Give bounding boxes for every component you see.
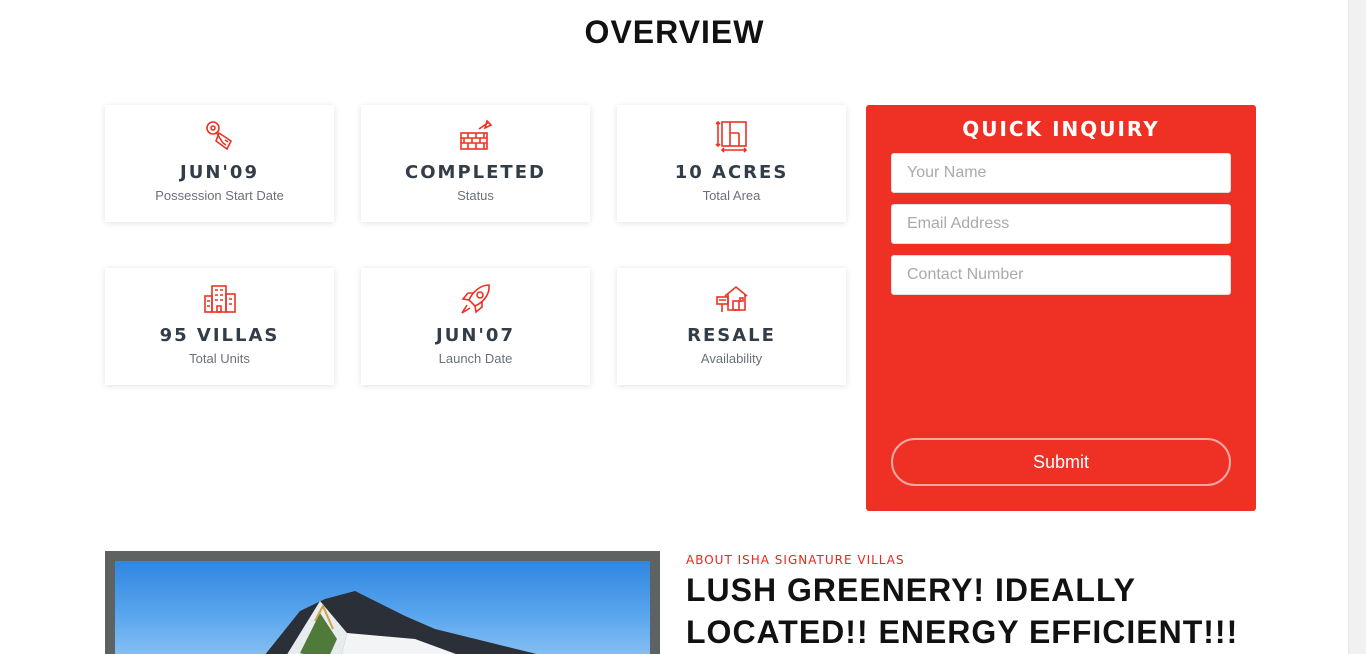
card-value: RESALE bbox=[687, 325, 776, 346]
card-value: JUN'09 bbox=[180, 162, 259, 183]
card-label: Availability bbox=[700, 351, 763, 366]
submit-button[interactable]: Submit bbox=[891, 438, 1231, 486]
brick-wall-trowel-icon bbox=[459, 119, 492, 150]
quick-inquiry-form: QUICK INQUIRY Submit bbox=[866, 105, 1256, 511]
card-value: 10 ACRES bbox=[674, 162, 789, 183]
overview-card-possession: JUN'09 Possession Start Date bbox=[105, 105, 334, 222]
email-input[interactable] bbox=[891, 204, 1231, 244]
card-value: COMPLETED bbox=[405, 162, 546, 183]
overview-card-units: 95 VILLAS Total Units bbox=[105, 268, 334, 385]
card-label: Status bbox=[457, 188, 494, 203]
key-tag-icon bbox=[205, 121, 232, 151]
quick-inquiry-title: QUICK INQUIRY bbox=[962, 117, 1160, 141]
card-value: JUN'07 bbox=[436, 325, 515, 346]
overview-card-status: COMPLETED Status bbox=[361, 105, 590, 222]
overview-card-availability: RESALE Availability bbox=[617, 268, 846, 385]
about-heading: LUSH GREENERY! IDEALLY LOCATED!! ENERGY … bbox=[686, 572, 1239, 650]
name-input[interactable] bbox=[891, 153, 1231, 193]
house-sale-sign-icon bbox=[715, 285, 748, 312]
contact-number-input[interactable] bbox=[891, 255, 1231, 295]
scrollbar-thumb[interactable] bbox=[1350, 0, 1365, 120]
page-scrollbar[interactable] bbox=[1348, 0, 1366, 654]
rocket-icon bbox=[460, 284, 490, 314]
card-label: Launch Date bbox=[438, 351, 513, 366]
overview-card-area: 10 ACRES Total Area bbox=[617, 105, 846, 222]
about-kicker: ABOUT ISHA SIGNATURE VILLAS bbox=[686, 553, 905, 567]
card-label: Total Area bbox=[702, 188, 761, 203]
card-label: Possession Start Date bbox=[155, 188, 284, 203]
floor-plan-icon bbox=[714, 120, 747, 153]
overview-card-launch: JUN'07 Launch Date bbox=[361, 268, 590, 385]
card-value: 95 VILLAS bbox=[159, 325, 280, 346]
card-label: Total Units bbox=[189, 351, 250, 366]
overview-title: OVERVIEW bbox=[584, 14, 765, 50]
villa-photo bbox=[115, 561, 650, 654]
buildings-icon bbox=[203, 285, 236, 313]
villa-photo-frame bbox=[105, 551, 660, 654]
